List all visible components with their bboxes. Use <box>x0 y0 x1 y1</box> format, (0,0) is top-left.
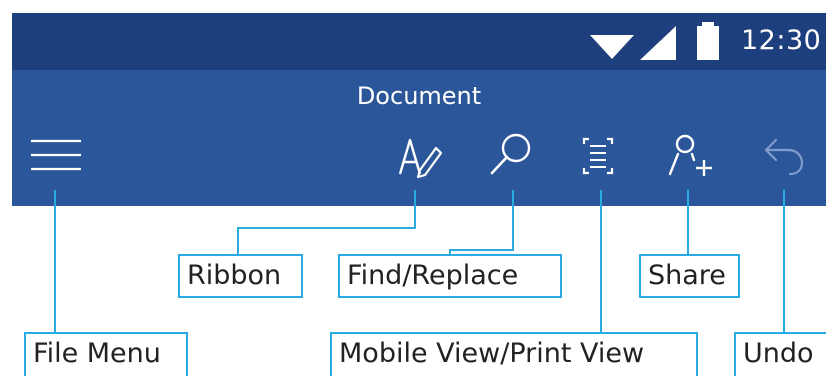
callout-ribbon: Ribbon <box>178 254 303 298</box>
callout-undo: Undo <box>734 332 826 376</box>
callout-mobile-print-view: Mobile View/Print View <box>330 332 698 376</box>
callout-file-menu: File Menu <box>24 332 188 376</box>
callout-find-replace: Find/Replace <box>338 254 562 298</box>
screenshot-canvas: 12:30 Document Ribbon Find/Replace Share… <box>0 0 826 376</box>
callout-lines <box>54 190 785 332</box>
callout-share: Share <box>639 254 740 298</box>
